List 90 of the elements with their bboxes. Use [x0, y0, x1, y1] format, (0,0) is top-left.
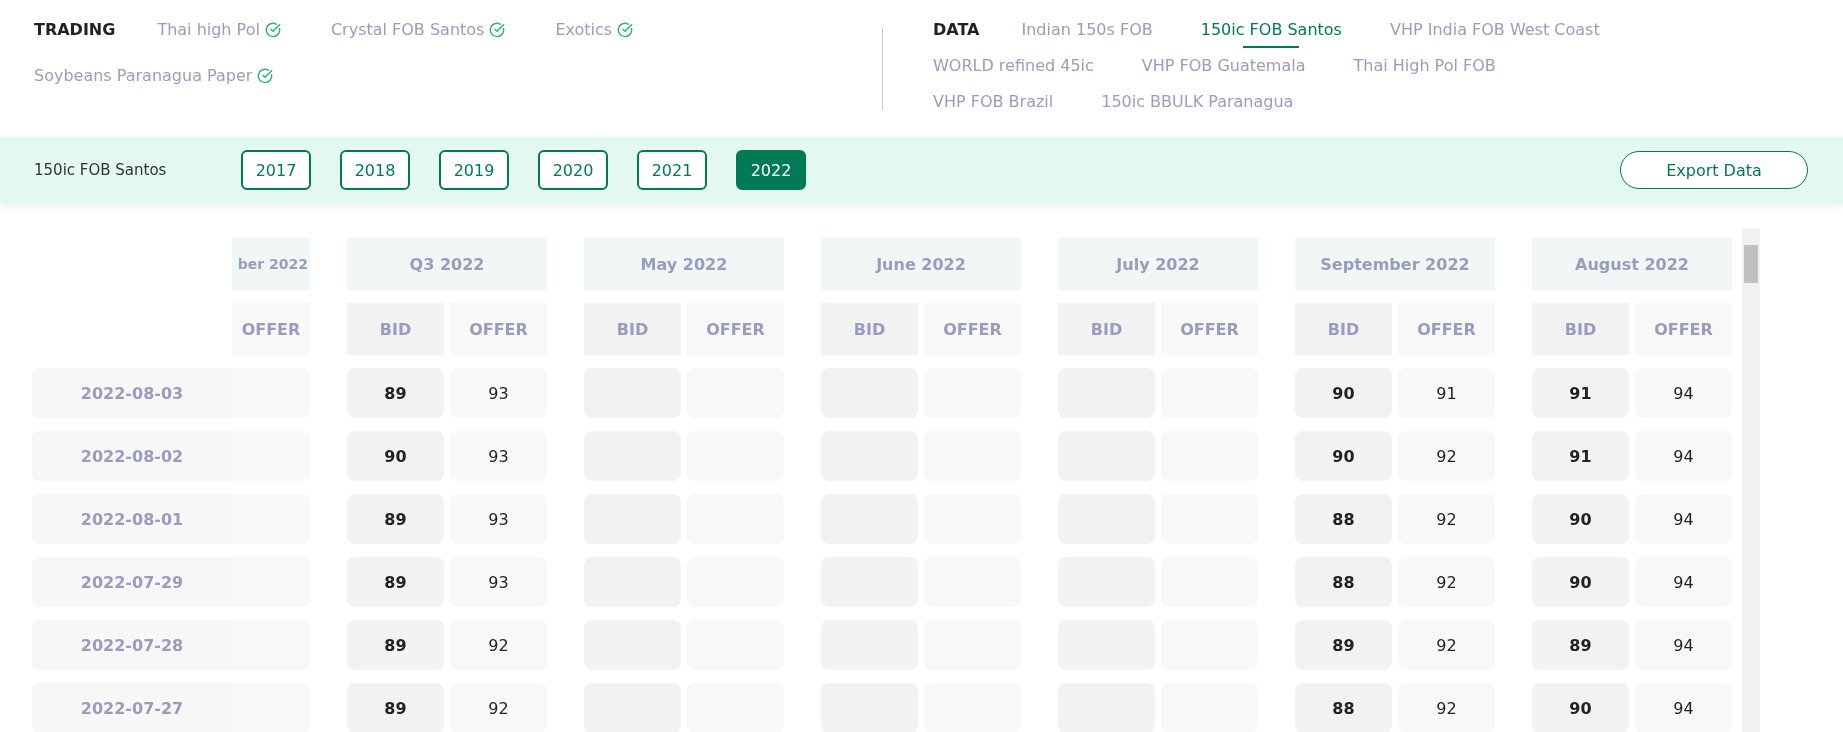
price-cell: 92	[1398, 620, 1495, 670]
column-header: BID	[347, 303, 444, 355]
price-cell: 90	[1532, 494, 1629, 544]
column-header: OFFER	[1398, 303, 1495, 355]
date-cell: 2022-07-27	[32, 683, 232, 732]
column-header: OFFER	[1161, 303, 1258, 355]
price-cell: 90	[1532, 683, 1629, 732]
price-cell: 89	[1532, 620, 1629, 670]
data-tab[interactable]: 150ic BBULK Paranagua	[1101, 90, 1294, 120]
price-cell: 93	[450, 494, 547, 544]
price-cell: 88	[1295, 683, 1392, 732]
column-header: BID	[1532, 303, 1629, 355]
column-header: BID	[1295, 303, 1392, 355]
period-header: July 2022	[1058, 238, 1258, 290]
price-cell: 92	[1398, 557, 1495, 607]
data-tab[interactable]: Thai High Pol FOB	[1353, 54, 1496, 84]
period-header: ber 2022	[232, 238, 310, 290]
price-cell: 89	[1295, 620, 1392, 670]
date-cell: 2022-08-03	[32, 368, 232, 418]
column-header: BID	[584, 303, 681, 355]
period-header: August 2022	[1532, 238, 1732, 290]
check-circle-icon	[264, 22, 281, 38]
period-header: September 2022	[1295, 238, 1495, 290]
price-cell: 93	[450, 431, 547, 481]
price-cell: 94	[1635, 683, 1732, 732]
price-cell: 94	[1635, 557, 1732, 607]
price-cell: 93	[450, 557, 547, 607]
check-circle-icon	[257, 68, 274, 84]
period-header: June 2022	[821, 238, 1021, 290]
check-circle-icon	[617, 22, 634, 38]
price-cell: 90	[347, 431, 444, 481]
price-cell: 93	[450, 368, 547, 418]
data-tab[interactable]: VHP FOB Brazil	[933, 90, 1054, 120]
year-button[interactable]: 2018	[340, 150, 410, 190]
trading-link[interactable]: Soybeans Paranagua Paper	[34, 64, 274, 88]
price-cell: 89	[347, 368, 444, 418]
period-header: May 2022	[584, 238, 784, 290]
year-button[interactable]: 2020	[538, 150, 608, 190]
column-header: OFFER	[687, 303, 784, 355]
column-header: OFFER	[1635, 303, 1732, 355]
price-cell: 89	[347, 494, 444, 544]
date-cell: 2022-08-02	[32, 431, 232, 481]
price-cell: 91	[1532, 431, 1629, 481]
price-cell: 91	[1532, 368, 1629, 418]
price-cell: 94	[1635, 368, 1732, 418]
price-cell: 88	[1295, 557, 1392, 607]
price-cell: 89	[347, 557, 444, 607]
trading-link[interactable]: Crystal FOB Santos	[330, 18, 506, 42]
data-tab[interactable]: WORLD refined 45ic	[933, 54, 1094, 84]
filter-title: 150ic FOB Santos	[34, 161, 168, 179]
trading-link[interactable]: Thai high Pol	[157, 18, 281, 42]
data-tab[interactable]: 150ic FOB Santos	[1200, 18, 1342, 48]
export-button[interactable]: Export Data	[1620, 151, 1808, 189]
section-label: DATA	[933, 19, 980, 41]
data-tab[interactable]: VHP India FOB West Coast	[1389, 18, 1600, 48]
price-cell: 91	[1398, 368, 1495, 418]
price-cell: 92	[1398, 683, 1495, 732]
trading-link[interactable]: Exotics	[555, 18, 634, 42]
price-cell: 94	[1635, 494, 1732, 544]
price-cell: 92	[1398, 431, 1495, 481]
scrollbar[interactable]	[1742, 228, 1760, 732]
column-header: BID	[1058, 303, 1155, 355]
period-header: Q3 2022	[347, 238, 547, 290]
price-cell: 90	[1295, 368, 1392, 418]
date-cell: 2022-08-01	[32, 494, 232, 544]
data-tab[interactable]: Indian 150s FOB	[1021, 18, 1153, 48]
year-button[interactable]: 2021	[637, 150, 707, 190]
price-cell: 92	[450, 683, 547, 732]
year-button[interactable]: 2022	[736, 150, 806, 190]
scrollbar-thumb[interactable]	[1744, 245, 1758, 283]
price-cell: 94	[1635, 620, 1732, 670]
price-cell: 89	[347, 620, 444, 670]
date-cell: 2022-07-29	[32, 557, 232, 607]
price-cell: 92	[450, 620, 547, 670]
price-cell: 88	[1295, 494, 1392, 544]
data-tab[interactable]: VHP FOB Guatemala	[1141, 54, 1306, 84]
check-circle-icon	[489, 22, 506, 38]
year-button[interactable]: 2019	[439, 150, 509, 190]
price-cell: 90	[1532, 557, 1629, 607]
column-header: OFFER	[450, 303, 547, 355]
column-header: OFFER	[232, 303, 310, 355]
price-cell: 92	[1398, 494, 1495, 544]
price-cell: 94	[1635, 431, 1732, 481]
column-header: BID	[821, 303, 918, 355]
price-cell: 89	[347, 683, 444, 732]
column-header: OFFER	[924, 303, 1021, 355]
section-label: TRADING	[34, 19, 116, 41]
date-cell: 2022-07-28	[32, 620, 232, 670]
year-button[interactable]: 2017	[241, 150, 311, 190]
price-cell: 90	[1295, 431, 1392, 481]
